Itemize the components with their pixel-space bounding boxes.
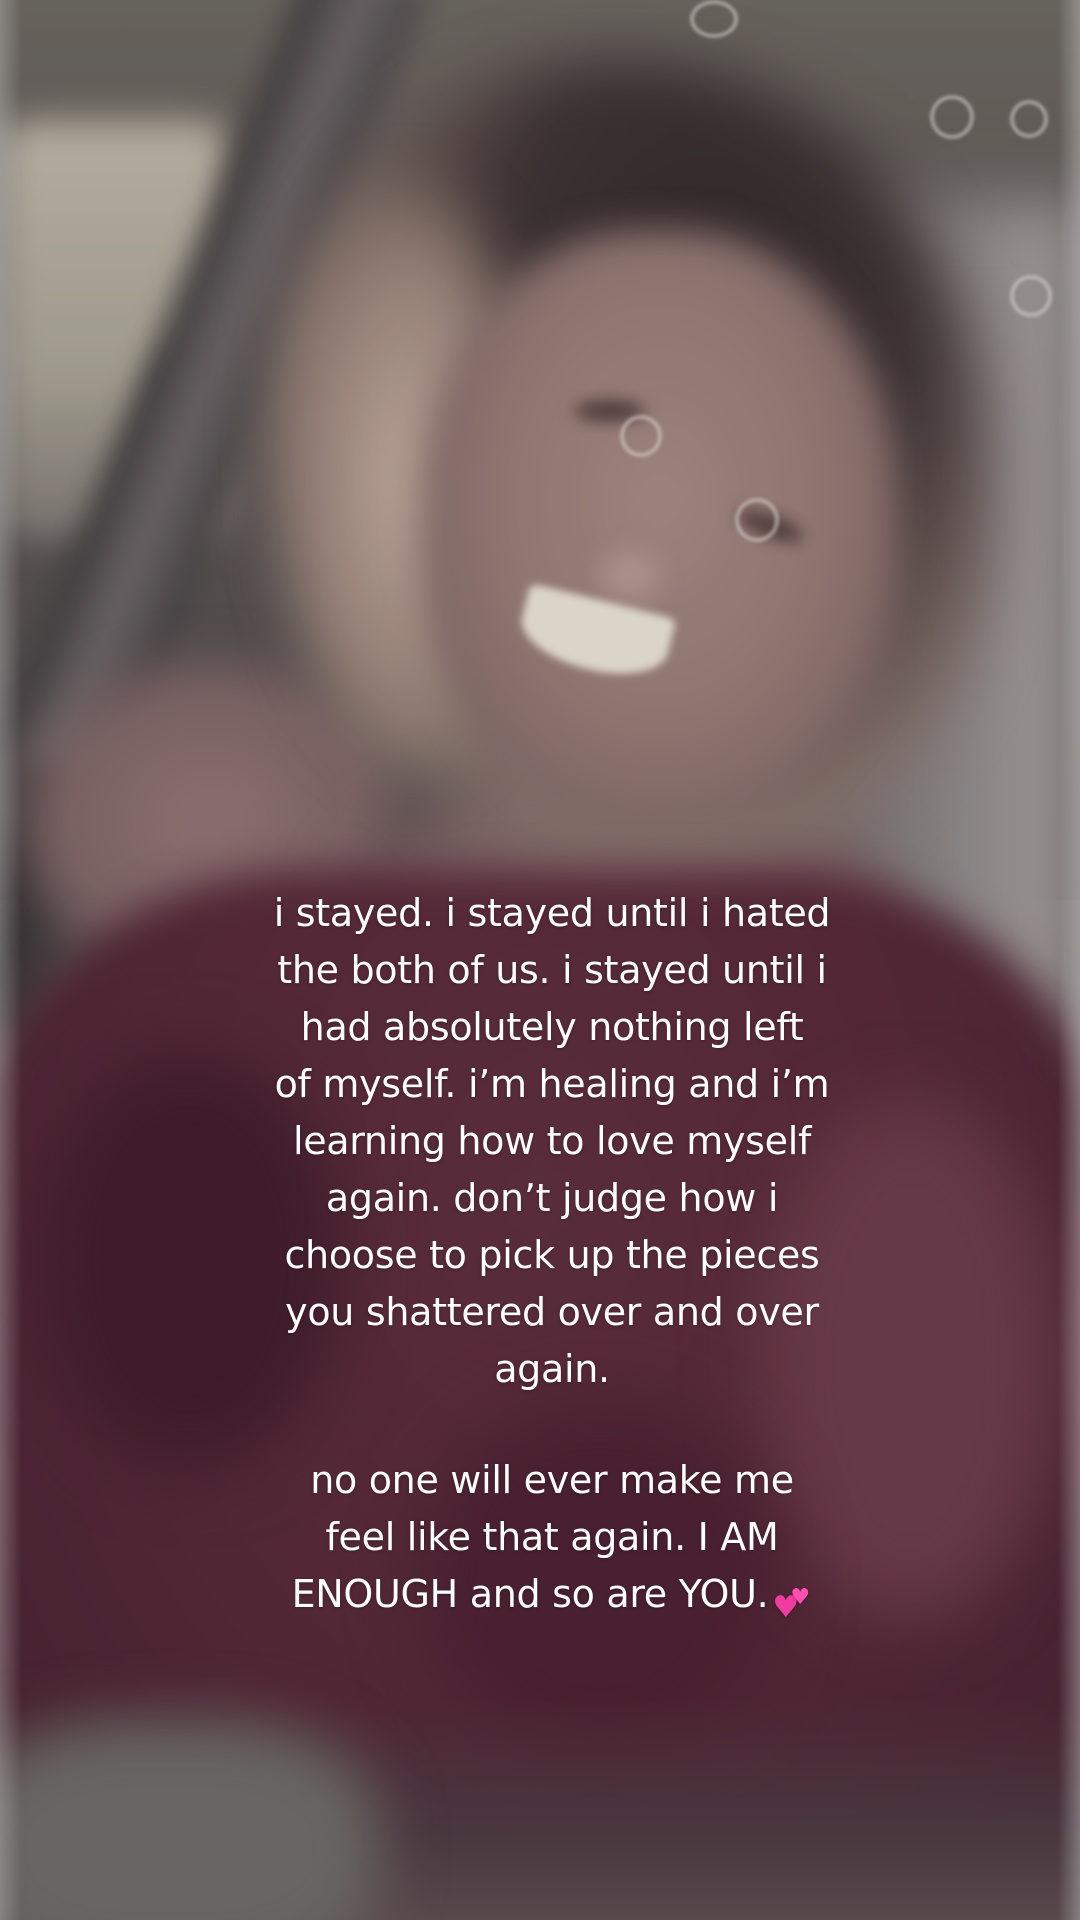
- caption-paragraph-2-text: no one will ever make me feel like that …: [291, 1458, 795, 1616]
- two-hearts-emoji-icon: ♥ ♥: [772, 1585, 810, 1625]
- video-frame: i stayed. i stayed until i hated the bot…: [0, 0, 1080, 1920]
- caption-paragraph-1: i stayed. i stayed until i hated the bot…: [273, 891, 831, 1391]
- text-overlay: i stayed. i stayed until i hated the bot…: [232, 885, 872, 1625]
- caption-paragraph-2: no one will ever make me feel like that …: [232, 1452, 872, 1625]
- frame-edge-left: [0, 0, 22, 1920]
- frame-edge-right: [1058, 0, 1080, 1920]
